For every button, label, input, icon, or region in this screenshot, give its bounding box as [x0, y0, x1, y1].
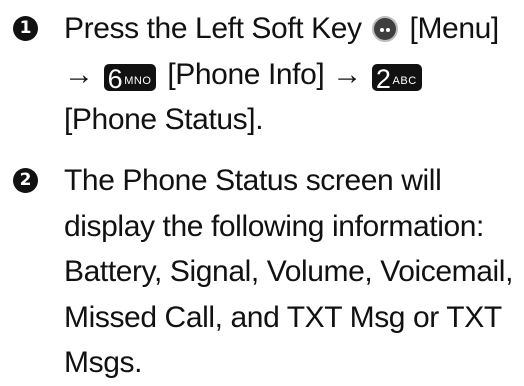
step-1-line-1: Press the Left Soft Key [Menu]: [64, 6, 520, 52]
step-1-text: Press the Left Soft Key [Menu] → 6 MNO [Ph…: [64, 6, 520, 143]
step-number-badge: 1: [13, 16, 38, 41]
step-1-menu-label: [Menu]: [409, 12, 500, 45]
step-number-badge: 2: [13, 168, 38, 193]
step-2-line-2: display the following information:: [64, 209, 484, 243]
arrow-right-icon: →: [64, 57, 94, 91]
step-1-line-3: [Phone Status].: [64, 103, 264, 136]
softkey-ellipsis-icon: [371, 16, 398, 42]
step-1-phone-info-label: [Phone Info]: [167, 57, 325, 91]
keypad-2-digit: 2: [375, 63, 391, 94]
keypad-2-letters: ABC: [392, 74, 417, 87]
step-2-line-1: The Phone Status screen will: [64, 164, 442, 197]
keypad-6-letters: MNO: [124, 74, 152, 87]
arrow-right-icon: →: [332, 57, 362, 91]
keypad-6-icon: 6 MNO: [103, 63, 157, 94]
step-1-line-2: → 6 MNO [Phone Info] → 2 ABC: [64, 52, 520, 98]
keypad-2-icon: 2 ABC: [371, 63, 422, 94]
step-2-line-4: Missed Call, and TXT Msg or TXT: [64, 300, 502, 334]
keypad-6-digit: 6: [107, 63, 123, 94]
step-1-text-before: Press the Left Soft Key: [64, 12, 362, 45]
step-2-line-3: Battery, Signal, Volume, Voicemail,: [64, 255, 514, 288]
step-2-text: The Phone Status screen will display the…: [64, 158, 520, 386]
step-2-line-5: Msgs.: [64, 346, 143, 379]
